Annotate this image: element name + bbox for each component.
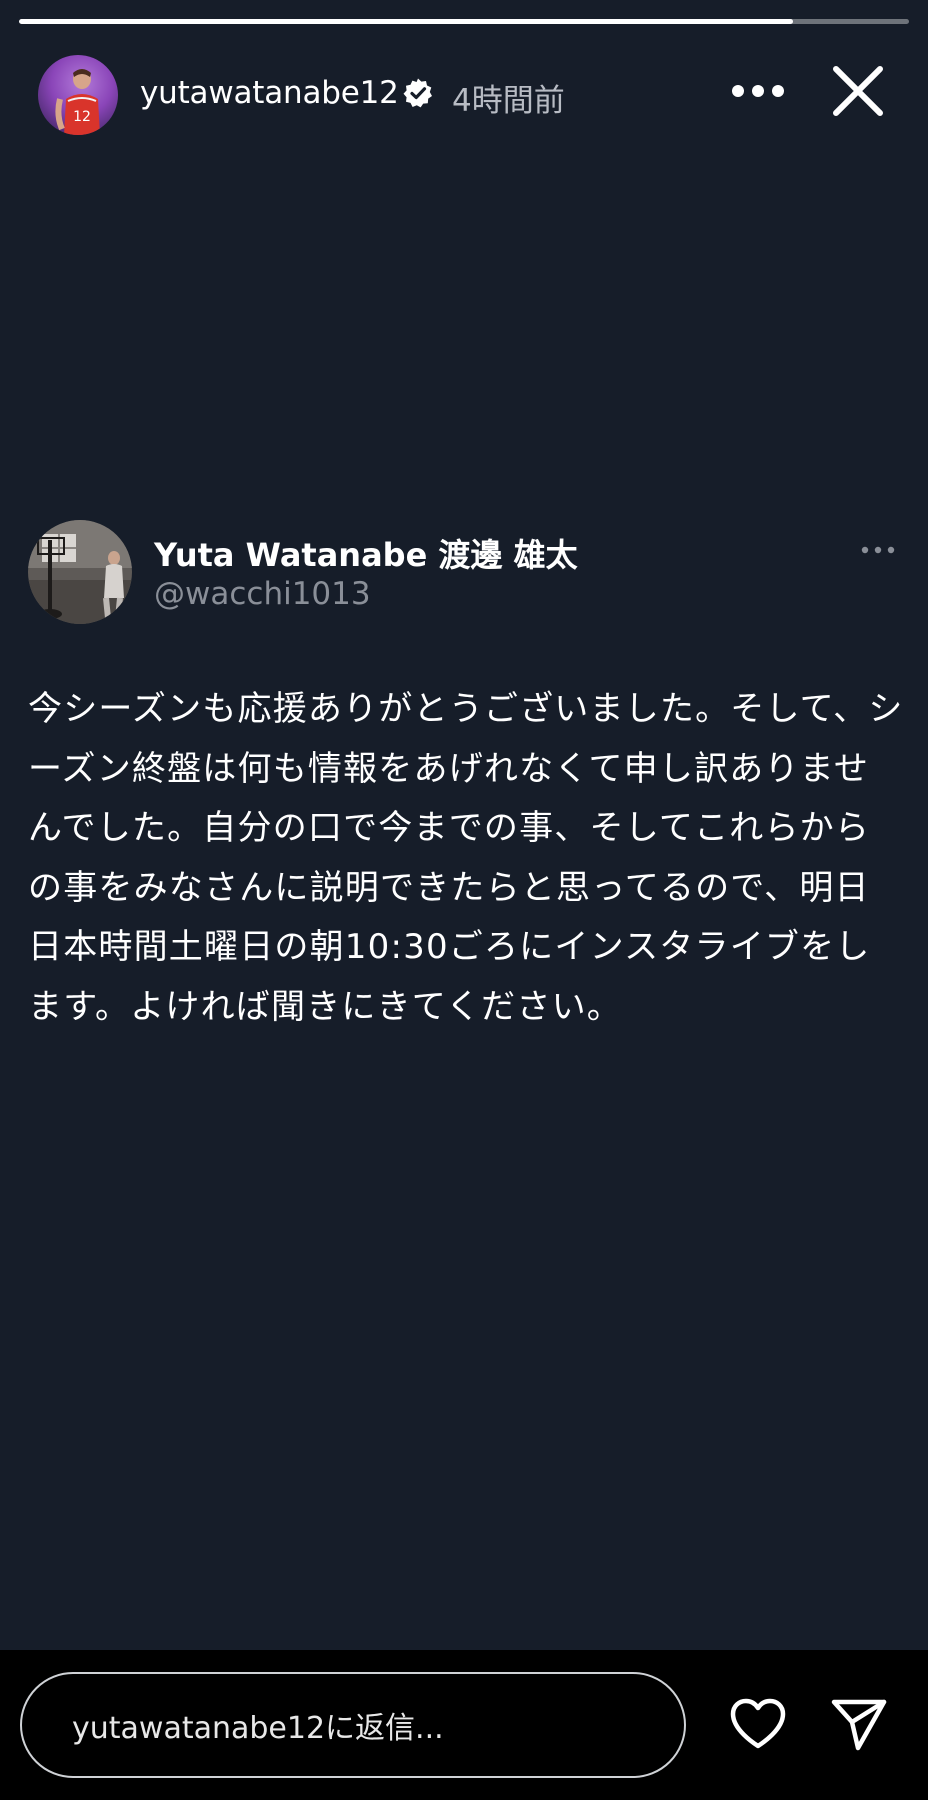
story-timestamp: 4時間前 <box>452 83 565 119</box>
like-button[interactable] <box>728 1696 788 1752</box>
heart-icon <box>730 1698 786 1749</box>
story-viewer[interactable]: 12 yutawatanabe12 4時間前 Yuta Watanabe 渡邊 … <box>0 0 928 1650</box>
tweet-more-button[interactable] <box>858 540 898 560</box>
story-header: 12 yutawatanabe12 4時間前 <box>38 55 898 135</box>
story-progress-bar <box>19 19 909 24</box>
more-horizontal-icon <box>732 85 784 97</box>
tweet-text: 今シーズンも応援ありがとうございました。そして、シーズン終盤は何も情報をあげれな… <box>28 689 904 1027</box>
svg-text:12: 12 <box>73 109 91 125</box>
story-close-button[interactable] <box>828 61 888 121</box>
verified-badge-icon <box>402 77 434 109</box>
reply-input[interactable]: yutawatanabe12に返信... <box>20 1672 686 1778</box>
story-more-button[interactable] <box>728 69 788 113</box>
tweet-author-handle[interactable]: @wacchi1013 <box>154 576 371 612</box>
reply-bar: yutawatanabe12に返信... <box>0 1650 928 1800</box>
send-icon <box>831 1699 887 1751</box>
story-progress-fill <box>19 19 794 24</box>
tweet-author-name[interactable]: Yuta Watanabe 渡邊 雄太 <box>154 530 578 576</box>
tweet-author-avatar[interactable] <box>28 520 132 624</box>
story-username[interactable]: yutawatanabe12 <box>140 75 399 111</box>
close-icon <box>833 66 883 116</box>
more-horizontal-icon <box>861 546 895 554</box>
send-button[interactable] <box>828 1694 890 1754</box>
profile-avatar[interactable]: 12 <box>38 55 118 135</box>
